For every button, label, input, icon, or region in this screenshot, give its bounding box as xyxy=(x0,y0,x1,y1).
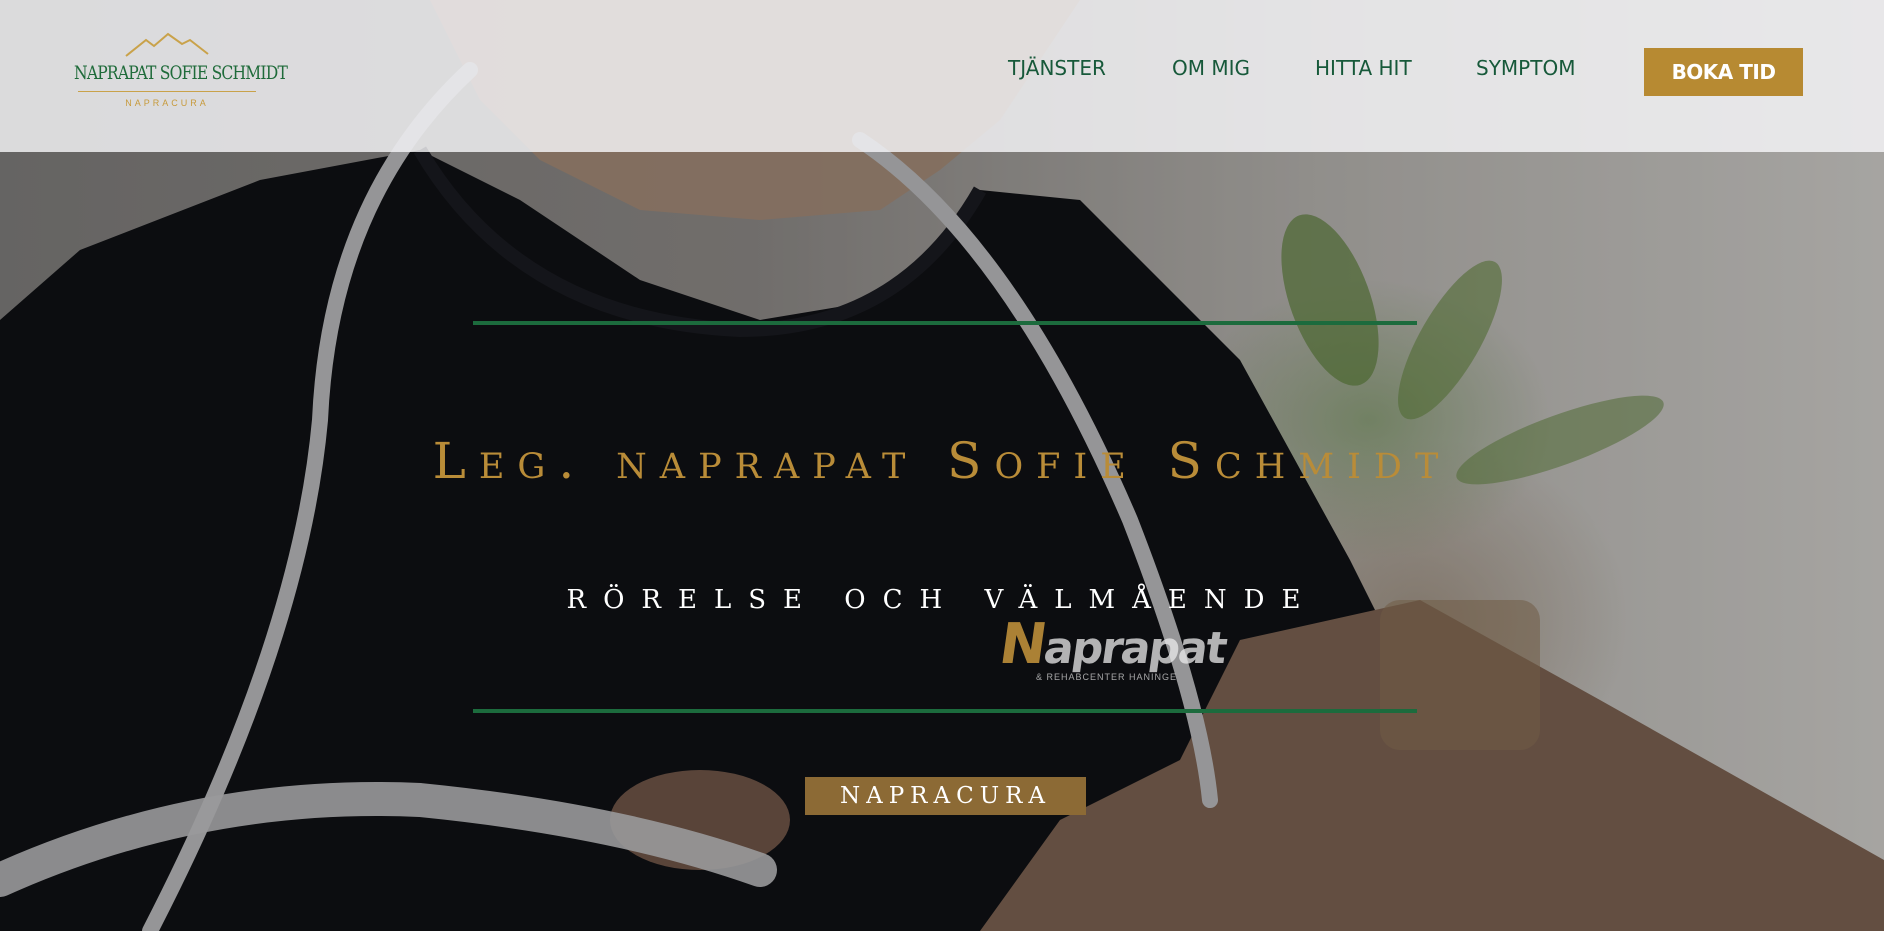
book-appointment-button[interactable]: BOKA TID xyxy=(1644,48,1803,96)
hero-bottom-divider xyxy=(473,709,1417,713)
shirt-print-subtext: & REHABCENTER HANINGE xyxy=(1036,672,1178,682)
nav-om-mig[interactable]: OM MIG xyxy=(1172,56,1250,80)
nav-symptom[interactable]: SYMPTOM xyxy=(1476,56,1575,80)
nav-hitta-hit[interactable]: HITTA HIT xyxy=(1315,56,1412,80)
mountain-icon xyxy=(125,32,209,57)
hero-title: Leg. naprapat Sofie Schmidt xyxy=(432,432,1452,490)
logo-divider xyxy=(78,91,256,92)
shirt-print-text: aprapat xyxy=(1040,623,1229,674)
page: Naprapat & REHABCENTER HANINGE NAPRAPAT … xyxy=(0,0,1884,931)
logo-name: NAPRAPAT SOFIE SCHMIDT xyxy=(74,62,288,84)
site-logo[interactable]: NAPRAPAT SOFIE SCHMIDT NAPRACURA xyxy=(74,28,288,116)
hero-top-divider xyxy=(473,321,1417,325)
logo-subtitle: NAPRACURA xyxy=(125,98,209,108)
shirt-print-logo: Naprapat xyxy=(995,612,1230,677)
hero-subtitle: RÖRELSE OCH VÄLMÅENDE xyxy=(566,585,1318,615)
napracura-button[interactable]: NAPRACURA xyxy=(805,777,1086,815)
nav-tjanster[interactable]: TJÄNSTER xyxy=(1008,56,1106,80)
site-header: NAPRAPAT SOFIE SCHMIDT NAPRACURA TJÄNSTE… xyxy=(0,0,1884,152)
